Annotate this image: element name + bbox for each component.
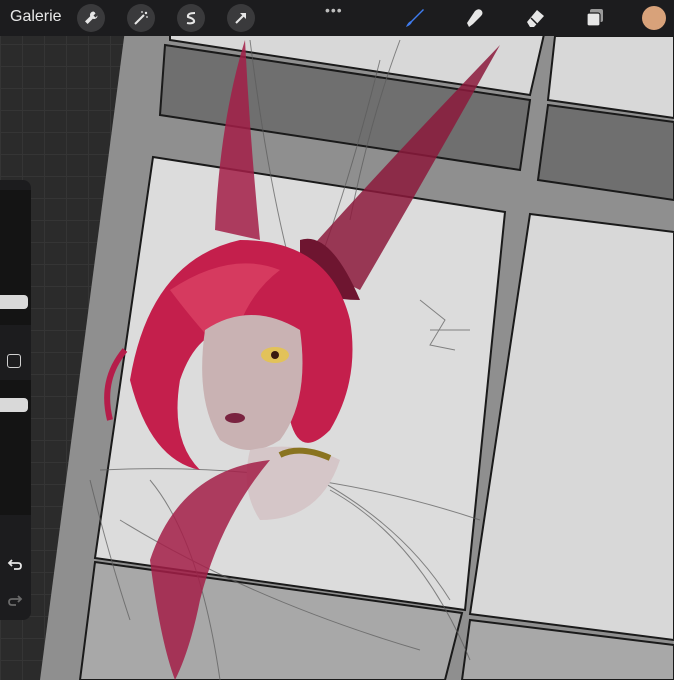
eraser-tool[interactable] <box>522 5 548 31</box>
brush-opacity-slider[interactable] <box>0 380 31 515</box>
color-picker-button[interactable] <box>642 6 666 30</box>
layers-icon <box>586 9 603 27</box>
actions-button[interactable] <box>77 4 105 32</box>
brush-size-knob[interactable] <box>0 295 28 309</box>
drawing-canvas[interactable] <box>0 0 674 680</box>
brush-size-slider[interactable] <box>0 190 31 325</box>
brush-opacity-knob[interactable] <box>0 398 28 412</box>
modify-button[interactable] <box>7 354 21 368</box>
redo-icon <box>8 595 23 606</box>
artwork-panels <box>40 29 674 680</box>
adjustments-button[interactable] <box>127 4 155 32</box>
selection-button[interactable] <box>177 4 205 32</box>
arrow-cursor-icon <box>235 13 246 24</box>
transform-button[interactable] <box>227 4 255 32</box>
more-options-icon[interactable]: ••• <box>325 2 343 18</box>
smudge-icon <box>467 9 483 27</box>
top-toolbar: Galerie ••• <box>0 0 674 36</box>
layers-button[interactable] <box>582 5 608 31</box>
s-curve-selection-icon <box>186 12 196 25</box>
left-sidebar <box>0 180 31 620</box>
wrench-icon <box>85 11 98 24</box>
brush-icon <box>406 9 424 27</box>
brush-tool[interactable] <box>402 5 428 31</box>
smudge-tool[interactable] <box>462 5 488 31</box>
gallery-button[interactable]: Galerie <box>10 8 62 26</box>
eraser-icon <box>527 10 544 27</box>
undo-button[interactable] <box>5 554 25 574</box>
undo-icon <box>7 559 22 570</box>
magic-wand-icon <box>134 11 148 25</box>
redo-button[interactable] <box>5 590 25 610</box>
